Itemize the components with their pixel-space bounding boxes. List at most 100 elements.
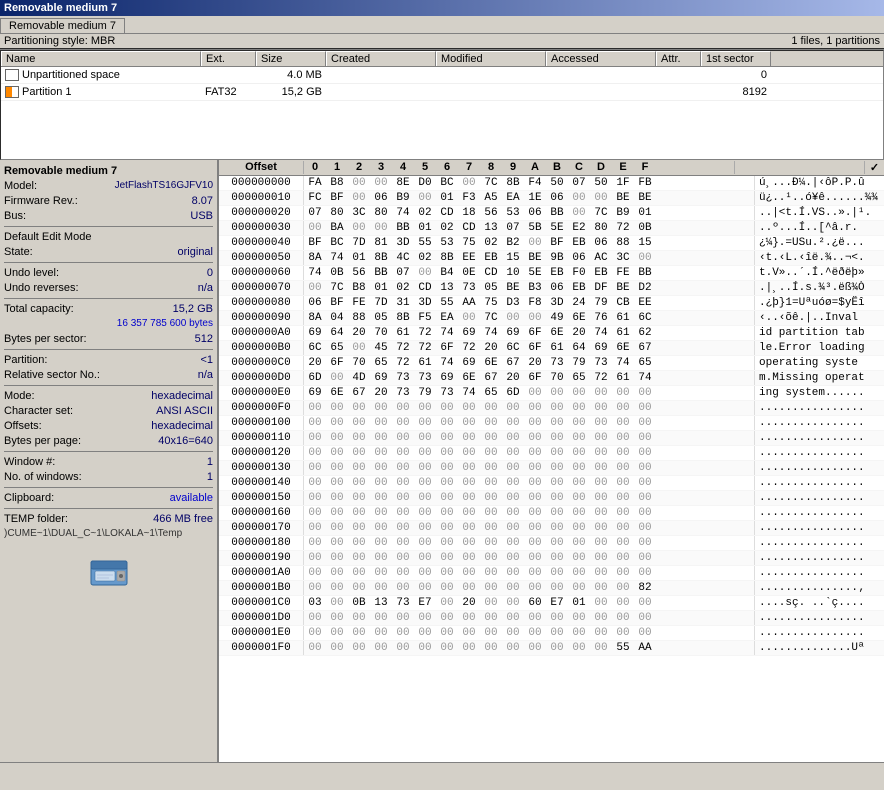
hex-byte[interactable]: 73 bbox=[458, 281, 480, 295]
hex-byte[interactable]: 00 bbox=[612, 611, 634, 625]
hex-byte[interactable]: 00 bbox=[436, 446, 458, 460]
hex-byte[interactable]: 70 bbox=[370, 326, 392, 340]
hex-byte[interactable]: 15 bbox=[502, 251, 524, 265]
hex-byte[interactable]: 00 bbox=[502, 311, 524, 325]
hex-byte[interactable]: 00 bbox=[590, 626, 612, 640]
hex-byte[interactable]: 6D bbox=[502, 386, 524, 400]
hex-byte[interactable]: 00 bbox=[414, 491, 436, 505]
hex-byte[interactable]: 00 bbox=[502, 551, 524, 565]
hex-byte[interactable]: 00 bbox=[502, 611, 524, 625]
hex-byte[interactable]: 00 bbox=[546, 611, 568, 625]
hex-byte[interactable]: 0E bbox=[458, 266, 480, 280]
hex-byte[interactable]: 00 bbox=[392, 521, 414, 535]
hex-byte[interactable]: 00 bbox=[524, 626, 546, 640]
hex-byte[interactable]: 73 bbox=[392, 596, 414, 610]
hex-byte[interactable]: 07 bbox=[568, 176, 590, 190]
hex-byte[interactable]: 74 bbox=[326, 251, 348, 265]
hex-byte[interactable]: 00 bbox=[524, 536, 546, 550]
hex-byte[interactable]: 55 bbox=[414, 236, 436, 250]
hex-byte[interactable]: 03 bbox=[304, 596, 326, 610]
hex-byte[interactable]: 00 bbox=[546, 626, 568, 640]
hex-byte[interactable]: 6F bbox=[436, 341, 458, 355]
hex-byte[interactable]: 65 bbox=[480, 386, 502, 400]
hex-byte[interactable]: 00 bbox=[480, 416, 502, 430]
hex-byte[interactable]: 20 bbox=[480, 341, 502, 355]
hex-byte[interactable]: 6C bbox=[304, 341, 326, 355]
hex-byte[interactable]: 00 bbox=[458, 506, 480, 520]
hex-byte[interactable]: 13 bbox=[480, 221, 502, 235]
hex-byte[interactable]: FA bbox=[304, 176, 326, 190]
hex-byte[interactable]: 00 bbox=[590, 521, 612, 535]
hex-byte[interactable]: 00 bbox=[480, 581, 502, 595]
hex-byte[interactable]: 00 bbox=[392, 476, 414, 490]
hex-byte[interactable]: 1E bbox=[524, 191, 546, 205]
hex-byte[interactable]: 55 bbox=[612, 641, 634, 655]
hex-byte[interactable]: 00 bbox=[436, 416, 458, 430]
hex-byte[interactable]: 00 bbox=[458, 551, 480, 565]
hex-byte[interactable]: 00 bbox=[546, 581, 568, 595]
hex-byte[interactable]: 00 bbox=[458, 611, 480, 625]
hex-byte[interactable]: 69 bbox=[458, 326, 480, 340]
hex-byte[interactable]: E7 bbox=[414, 596, 436, 610]
hex-byte[interactable]: 80 bbox=[326, 206, 348, 220]
hex-byte[interactable]: 00 bbox=[326, 641, 348, 655]
hex-byte[interactable]: 00 bbox=[370, 611, 392, 625]
hex-byte[interactable]: 00 bbox=[458, 176, 480, 190]
hex-byte[interactable]: 00 bbox=[304, 626, 326, 640]
hex-byte[interactable]: 80 bbox=[590, 221, 612, 235]
hex-byte[interactable]: 00 bbox=[524, 521, 546, 535]
hex-byte[interactable]: 00 bbox=[568, 476, 590, 490]
hex-byte[interactable]: 88 bbox=[612, 236, 634, 250]
hex-byte[interactable]: 00 bbox=[436, 431, 458, 445]
hex-byte[interactable]: 80 bbox=[370, 206, 392, 220]
hex-byte[interactable]: AA bbox=[634, 641, 656, 655]
hex-row[interactable]: 0000000B06C65004572726F72206C6F6164696E6… bbox=[219, 341, 884, 356]
hex-byte[interactable]: 00 bbox=[436, 641, 458, 655]
hex-byte[interactable]: 00 bbox=[612, 461, 634, 475]
hex-byte[interactable]: 00 bbox=[546, 386, 568, 400]
hex-byte[interactable]: 00 bbox=[568, 521, 590, 535]
hex-byte[interactable]: 8A bbox=[304, 251, 326, 265]
hex-byte[interactable]: 8B bbox=[370, 251, 392, 265]
hex-byte[interactable]: 00 bbox=[590, 536, 612, 550]
hex-byte[interactable]: 00 bbox=[436, 581, 458, 595]
hex-byte[interactable]: 69 bbox=[458, 356, 480, 370]
hex-row[interactable]: 0000001800000000000000000000000000000000… bbox=[219, 536, 884, 551]
hex-byte[interactable]: 00 bbox=[480, 476, 502, 490]
hex-byte[interactable]: 00 bbox=[568, 491, 590, 505]
hex-byte[interactable]: 00 bbox=[502, 401, 524, 415]
hex-byte[interactable]: 75 bbox=[480, 296, 502, 310]
hex-byte[interactable]: 00 bbox=[348, 491, 370, 505]
hex-byte[interactable]: 00 bbox=[634, 446, 656, 460]
hex-byte[interactable]: 67 bbox=[480, 371, 502, 385]
hex-byte[interactable]: 00 bbox=[590, 506, 612, 520]
hex-byte[interactable]: 69 bbox=[502, 326, 524, 340]
hex-byte[interactable]: 00 bbox=[590, 401, 612, 415]
hex-byte[interactable]: 24 bbox=[568, 296, 590, 310]
hex-byte[interactable]: 00 bbox=[590, 551, 612, 565]
hex-byte[interactable]: 00 bbox=[304, 506, 326, 520]
hex-byte[interactable]: 10 bbox=[502, 266, 524, 280]
hex-byte[interactable]: 00 bbox=[612, 581, 634, 595]
hex-byte[interactable]: 74 bbox=[392, 206, 414, 220]
hex-byte[interactable]: 00 bbox=[502, 506, 524, 520]
hex-byte[interactable]: 3D bbox=[392, 236, 414, 250]
hex-byte[interactable]: 00 bbox=[414, 506, 436, 520]
hex-byte[interactable]: 00 bbox=[348, 641, 370, 655]
hex-byte[interactable]: 74 bbox=[304, 266, 326, 280]
hex-byte[interactable]: EB bbox=[568, 281, 590, 295]
hex-byte[interactable]: 00 bbox=[348, 581, 370, 595]
hex-byte[interactable]: BF bbox=[304, 236, 326, 250]
hex-byte[interactable]: 00 bbox=[370, 491, 392, 505]
hex-byte[interactable]: 00 bbox=[348, 431, 370, 445]
hex-byte[interactable]: 00 bbox=[502, 641, 524, 655]
hex-row[interactable]: 0000001E00000000000000000000000000000000… bbox=[219, 626, 884, 641]
hex-byte[interactable]: 00 bbox=[304, 611, 326, 625]
hex-row[interactable]: 0000001F0000000000000000000000000000055A… bbox=[219, 641, 884, 656]
hex-byte[interactable]: 00 bbox=[612, 416, 634, 430]
hex-byte[interactable]: 00 bbox=[458, 401, 480, 415]
hex-byte[interactable]: 70 bbox=[348, 356, 370, 370]
col-created[interactable]: Created bbox=[326, 51, 436, 66]
hex-byte[interactable]: 00 bbox=[634, 521, 656, 535]
hex-byte[interactable]: 72 bbox=[590, 371, 612, 385]
